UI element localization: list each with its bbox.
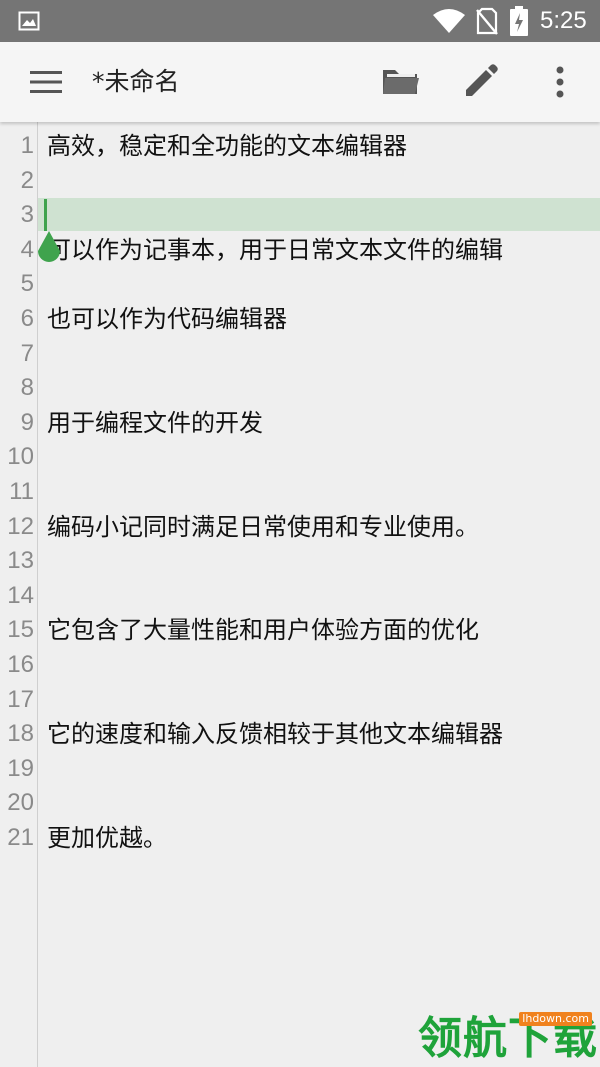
pencil-icon[interactable] <box>456 60 504 104</box>
status-bar: 5:25 <box>0 0 600 42</box>
no-sim-icon <box>476 7 498 35</box>
cursor-handle[interactable] <box>36 229 62 269</box>
watermark-url: lhdown.com <box>519 1012 592 1026</box>
line-text: 高效，稳定和全功能的文本编辑器 <box>47 132 407 160</box>
line-text: 它包含了大量性能和用户体验方面的优化 <box>47 616 479 645</box>
line-number: 15 <box>7 616 34 644</box>
editor-line[interactable]: 21 更加优越。 <box>0 821 600 856</box>
line-number: 7 <box>20 339 34 367</box>
editor-line[interactable]: 6 也可以作为代码编辑器 <box>0 302 600 337</box>
text-editor[interactable]: 1 高效，稳定和全功能的文本编辑器 2 3 4 可以作为记事本，用于日常文本文件的编辑 5 6… <box>0 122 600 1067</box>
line-number: 20 <box>7 789 34 817</box>
editor-line[interactable]: 12 编码小记同时满足日常使用和专业使用。 <box>0 510 600 545</box>
editor-line[interactable]: 16 <box>0 648 600 683</box>
line-number: 14 <box>7 581 34 609</box>
editor-line[interactable]: 19 <box>0 752 600 787</box>
document-title: *未命名 <box>92 67 180 96</box>
more-vert-icon[interactable] <box>536 60 584 104</box>
line-number: 5 <box>20 270 34 298</box>
menu-icon[interactable] <box>22 62 70 102</box>
line-number: 8 <box>20 374 34 402</box>
editor-line[interactable]: 8 <box>0 371 600 406</box>
line-number: 4 <box>20 235 34 263</box>
editor-line[interactable]: 10 <box>0 440 600 475</box>
line-number: 13 <box>7 547 34 575</box>
text-cursor <box>44 199 47 231</box>
line-number: 21 <box>7 824 34 851</box>
editor-line[interactable]: 4 可以作为记事本，用于日常文本文件的编辑 <box>0 233 600 268</box>
line-number: 17 <box>7 685 34 713</box>
editor-line[interactable]: 18 它的速度和输入反馈相较于其他文本编辑器 <box>0 717 600 752</box>
line-number: 18 <box>7 720 34 748</box>
line-number: 10 <box>7 443 34 471</box>
wifi-icon <box>433 9 465 33</box>
line-number: 6 <box>20 305 34 332</box>
line-number: 1 <box>20 132 34 159</box>
line-number: 11 <box>9 478 34 505</box>
watermark-logo: 领航下载 lhdown.com <box>418 1010 598 1064</box>
line-number: 19 <box>7 754 34 782</box>
line-number: 12 <box>7 512 34 540</box>
editor-line[interactable]: 14 <box>0 579 600 614</box>
folder-open-icon[interactable] <box>376 60 424 104</box>
status-clock: 5:25 <box>540 7 587 34</box>
line-text: 更加优越。 <box>47 824 167 852</box>
editor-line[interactable]: 5 <box>0 267 600 302</box>
editor-line[interactable]: 20 <box>0 786 600 821</box>
line-text: 用于编程文件的开发 <box>47 408 263 437</box>
line-text: 可以作为记事本，用于日常文本文件的编辑 <box>47 235 503 264</box>
editor-line[interactable]: 3 <box>0 198 600 233</box>
line-text: 编码小记同时满足日常使用和专业使用。 <box>47 512 479 541</box>
editor-line[interactable]: 11 <box>0 475 600 510</box>
editor-line[interactable]: 7 <box>0 337 600 372</box>
editor-line[interactable]: 9 用于编程文件的开发 <box>0 406 600 441</box>
line-text: 它的速度和输入反馈相较于其他文本编辑器 <box>47 720 503 749</box>
line-text: 也可以作为代码编辑器 <box>47 305 287 333</box>
editor-line[interactable]: 15 它包含了大量性能和用户体验方面的优化 <box>0 613 600 648</box>
app-toolbar: *未命名 <box>0 42 600 122</box>
editor-line[interactable]: 2 <box>0 164 600 199</box>
line-number: 16 <box>7 651 34 678</box>
editor-line[interactable]: 13 <box>0 544 600 579</box>
line-number: 9 <box>20 408 34 436</box>
battery-charging-icon <box>510 6 528 36</box>
line-number: 3 <box>20 201 34 229</box>
line-number: 2 <box>20 166 34 194</box>
editor-line[interactable]: 1 高效，稳定和全功能的文本编辑器 <box>0 129 600 164</box>
gallery-icon <box>18 11 40 31</box>
editor-line[interactable]: 17 <box>0 683 600 718</box>
